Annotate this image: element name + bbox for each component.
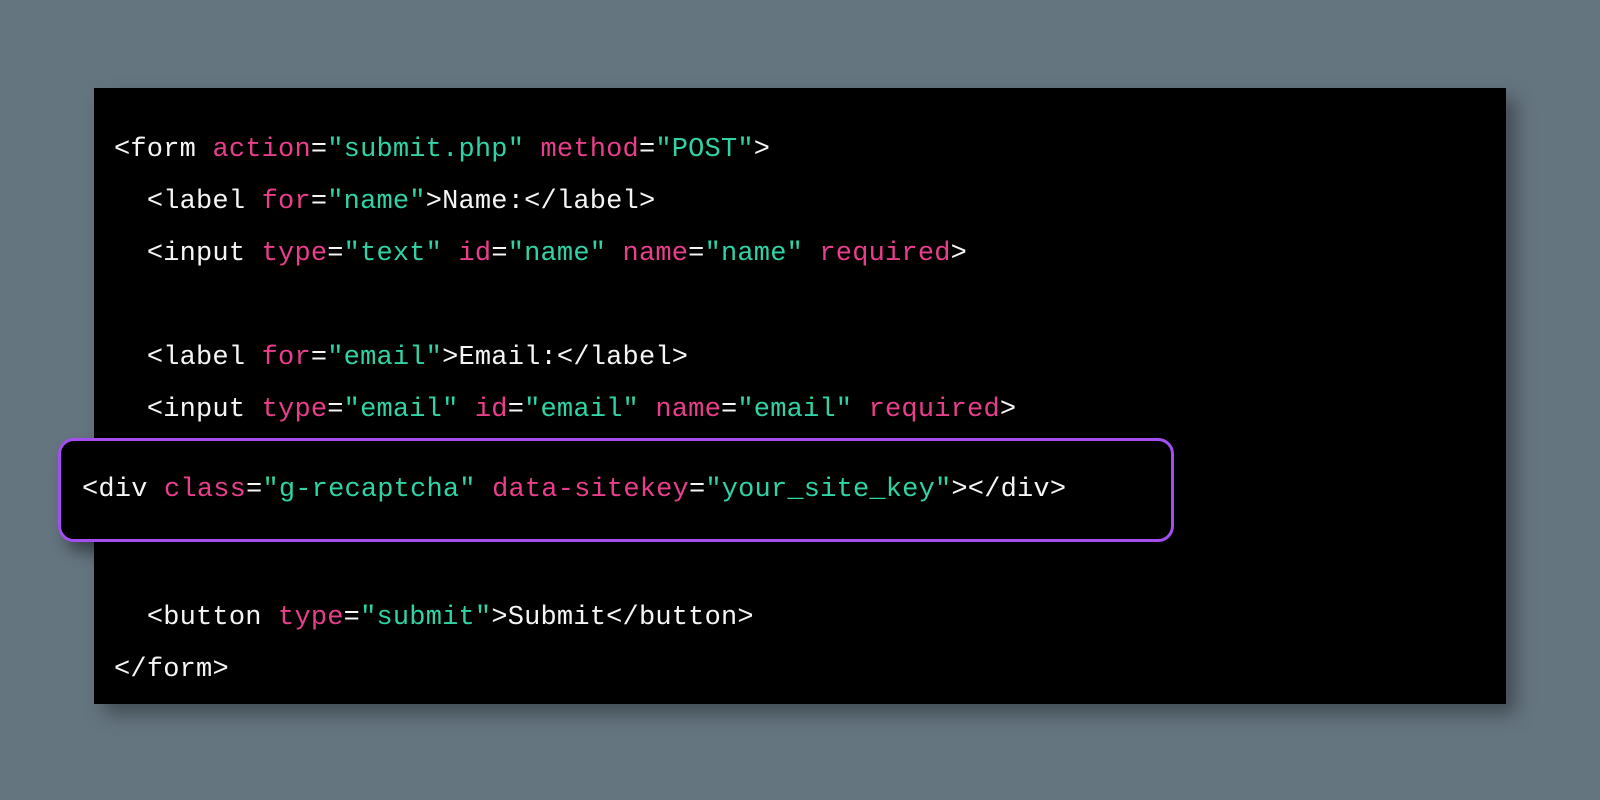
code-block: <form action="submit.php" method="POST">…: [114, 124, 1486, 696]
code-line-7: <button type="submit">Submit</button>: [114, 603, 754, 633]
code-panel: <form action="submit.php" method="POST">…: [94, 88, 1506, 704]
code-line-5: <input type="email" id="email" name="ema…: [114, 395, 1016, 425]
code-line-4: <label for="email">Email:</label>: [114, 343, 688, 373]
code-line-3: <input type="text" id="name" name="name"…: [114, 239, 967, 269]
code-line-2: <label for="name">Name:</label>: [114, 187, 655, 217]
highlight-box: <div class="g-recaptcha" data-sitekey="y…: [58, 438, 1174, 542]
code-line-1: <form action="submit.php" method="POST">: [114, 135, 770, 165]
code-line-8: </form>: [114, 655, 229, 685]
highlight-code-line: <div class="g-recaptcha" data-sitekey="y…: [82, 477, 1066, 504]
